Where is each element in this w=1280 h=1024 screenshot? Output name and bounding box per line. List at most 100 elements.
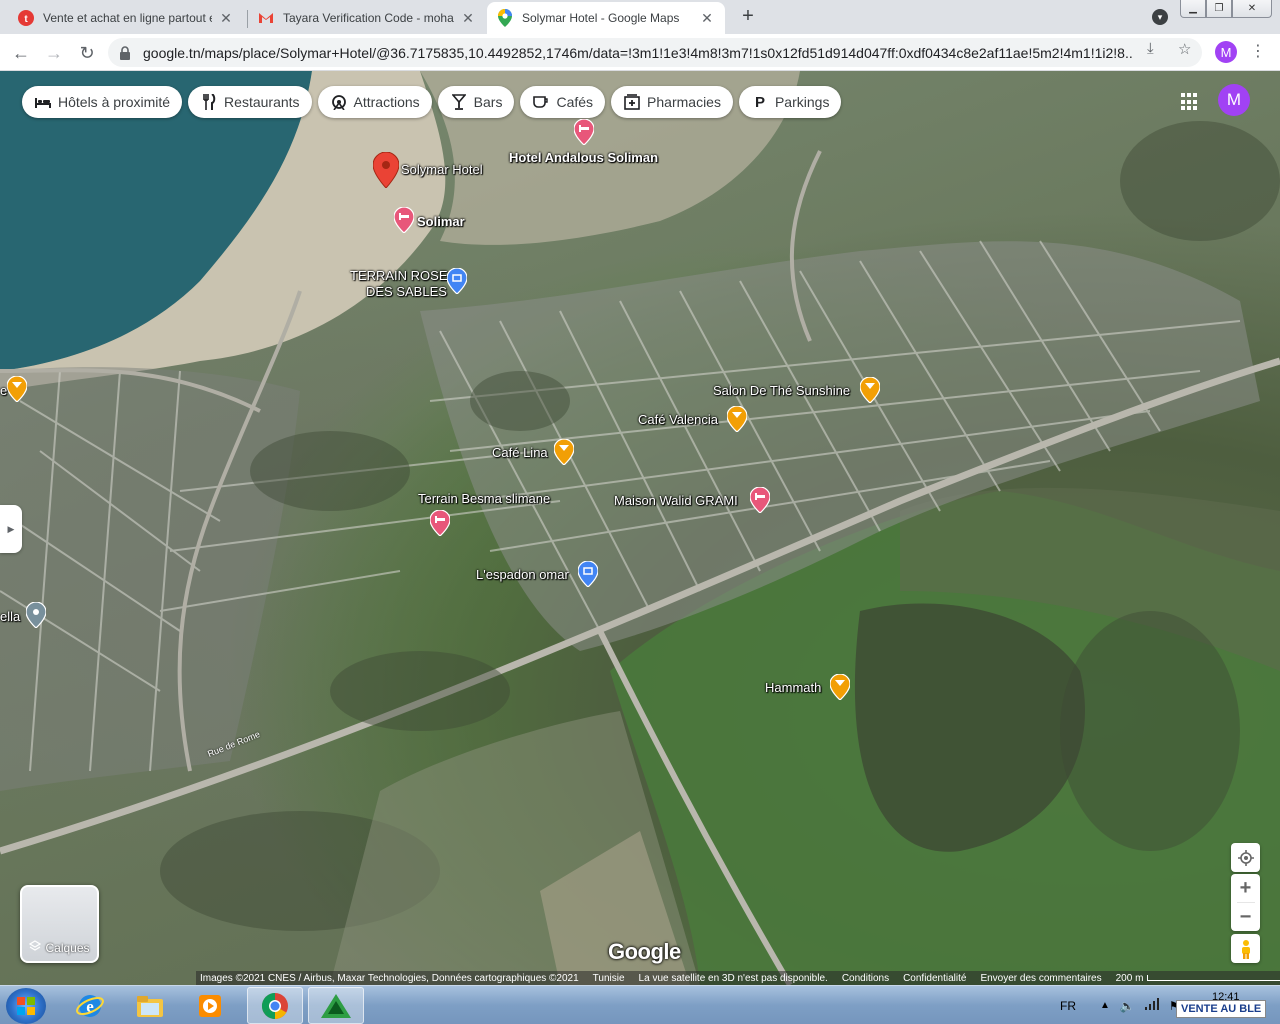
windows-logo-icon [17, 997, 35, 1015]
zoom-out-button[interactable]: − [1240, 903, 1252, 931]
cafe-pin-icon[interactable] [7, 376, 27, 402]
tab-google-maps[interactable]: Solymar Hotel - Google Maps ✕ [487, 2, 725, 34]
imagery-credit[interactable]: Images ©2021 CNES / Airbus, Maxar Techno… [200, 973, 579, 984]
cafe-pin-icon[interactable] [860, 377, 880, 403]
reload-icon[interactable]: ↻ [75, 41, 99, 65]
lock-icon [119, 45, 131, 60]
chip-hotels[interactable]: Hôtels à proximité [22, 86, 183, 118]
hotel-pin-icon[interactable] [394, 207, 414, 233]
profile-avatar[interactable]: M [1215, 41, 1237, 63]
chip-label: Pharmacies [647, 94, 721, 110]
no-3d-notice: La vue satellite en 3D n'est pas disponi… [638, 972, 828, 984]
street-view-pegman-icon[interactable] [1231, 934, 1260, 963]
network-signal-icon[interactable] [1144, 998, 1159, 1013]
privacy-link[interactable]: Confidentialité [903, 973, 966, 984]
google-logo: Google [608, 939, 681, 964]
place-label-andalous[interactable]: Hotel Andalous Soliman [509, 150, 658, 165]
place-label-lina[interactable]: Café Lina [492, 445, 548, 460]
place-label-solymar[interactable]: Solymar Hotel [401, 162, 483, 177]
tab-tayara[interactable]: t Vente et achat en ligne partout e ✕ [8, 2, 244, 34]
chip-label: Bars [473, 94, 503, 110]
url-text[interactable]: google.tn/maps/place/Solymar+Hotel/@36.7… [143, 45, 1133, 61]
feedback-link[interactable]: Envoyer des commentaires [980, 973, 1101, 984]
chip-restaurants[interactable]: Restaurants [188, 86, 312, 118]
place-label-hammath[interactable]: Hammath [765, 680, 821, 695]
tab-search-icon[interactable]: ▾ [1152, 9, 1168, 25]
layers-button[interactable]: Calques [20, 885, 99, 963]
show-hidden-icons-icon[interactable]: ▲ [1100, 1000, 1110, 1011]
pharmacy-icon [623, 93, 641, 111]
place-label-solimar[interactable]: Solimar [417, 214, 465, 229]
selected-place-pin-icon[interactable] [373, 152, 399, 188]
google-maps-icon [497, 9, 513, 27]
new-tab-button[interactable]: + [737, 6, 759, 28]
scale-label: 200 m [1115, 972, 1144, 984]
place-label-valencia[interactable]: Café Valencia [638, 412, 718, 427]
google-apps-icon[interactable] [1181, 93, 1199, 111]
chip-parkings[interactable]: P Parkings [738, 86, 842, 118]
restore-button[interactable]: ❐ [1206, 0, 1232, 18]
satellite-map[interactable]: Hôtels à proximité Restaurants Attractio… [0, 71, 1280, 985]
minimize-button[interactable]: ▁ [1180, 0, 1206, 18]
my-location-button[interactable] [1231, 843, 1260, 872]
place-label-edge[interactable]: e [0, 383, 7, 398]
bookmark-star-icon[interactable]: ☆ [1178, 40, 1191, 58]
close-window-button[interactable]: ✕ [1232, 0, 1272, 18]
chip-attractions[interactable]: Attractions [317, 86, 432, 118]
chip-pharmacies[interactable]: Pharmacies [611, 86, 733, 118]
close-icon[interactable]: ✕ [218, 10, 234, 27]
tab-gmail[interactable]: Tayara Verification Code - mohan ✕ [248, 2, 486, 34]
language-indicator[interactable]: FR [1060, 999, 1076, 1013]
scale-line [1147, 975, 1280, 981]
place-label-espadon[interactable]: L'espadon omar [476, 567, 569, 582]
tab-title: Vente et achat en ligne partout e [43, 11, 212, 25]
place-label-des-sables[interactable]: DES SABLES [366, 284, 447, 299]
place-label-besma[interactable]: Terrain Besma slimane [418, 491, 550, 506]
place-label-walid[interactable]: Maison Walid GRAMI [614, 493, 738, 508]
back-arrow-icon[interactable]: ← [9, 41, 33, 65]
attraction-pin-icon[interactable] [26, 602, 46, 628]
file-explorer-icon[interactable] [122, 987, 178, 1024]
zoom-in-button[interactable]: + [1240, 874, 1252, 902]
install-icon[interactable]: ⤓ [1147, 40, 1154, 57]
collapse-panel-button[interactable]: ▶ [0, 505, 22, 553]
cafe-pin-icon[interactable] [554, 439, 574, 465]
attraction-pin-icon[interactable] [578, 561, 598, 587]
volume-icon[interactable]: 🔈 [1120, 999, 1135, 1013]
cafe-pin-icon[interactable] [830, 674, 850, 700]
hotel-pin-icon[interactable] [430, 510, 450, 536]
account-avatar[interactable]: M [1218, 84, 1250, 116]
start-button[interactable] [6, 988, 46, 1024]
chrome-icon[interactable] [247, 987, 303, 1024]
attractions-icon [330, 93, 348, 111]
terms-link[interactable]: Conditions [842, 973, 889, 984]
forward-arrow-icon[interactable]: → [42, 41, 66, 65]
chip-bars[interactable]: Bars [437, 86, 515, 118]
close-icon[interactable]: ✕ [699, 10, 715, 27]
cafe-pin-icon[interactable] [727, 406, 747, 432]
chip-label: Parkings [774, 94, 830, 110]
hotel-pin-icon[interactable] [574, 119, 594, 145]
browser-toolbar: ← → ↻ google.tn/maps/place/Solymar+Hotel… [0, 34, 1280, 71]
chip-label: Hôtels à proximité [58, 94, 171, 110]
category-chips: Hôtels à proximité Restaurants Attractio… [22, 86, 842, 118]
notification-popup[interactable]: VENTE AU BLE [1176, 1000, 1267, 1018]
layers-label: Calques [45, 940, 90, 955]
internet-explorer-icon[interactable]: e [62, 987, 118, 1024]
place-label-terrain-rose[interactable]: TERRAIN ROSE [350, 268, 448, 283]
gmail-icon [258, 10, 274, 26]
chip-cafes[interactable]: Cafés [520, 86, 606, 118]
green-triangle-app-icon[interactable] [308, 987, 364, 1024]
close-icon[interactable]: ✕ [460, 10, 476, 27]
place-label-ella[interactable]: ella [0, 609, 20, 624]
country-label: Tunisie [592, 972, 625, 984]
place-label-sunshine[interactable]: Salon De Thé Sunshine [713, 383, 850, 398]
fork-knife-icon [200, 93, 218, 111]
scale-bar[interactable]: 200 m [1116, 973, 1280, 984]
attraction-pin-icon[interactable] [447, 268, 467, 294]
address-bar[interactable]: google.tn/maps/place/Solymar+Hotel/@36.7… [108, 38, 1202, 67]
menu-dots-icon[interactable]: ⋮ [1250, 42, 1266, 62]
hotel-pin-icon[interactable] [750, 487, 770, 513]
window-controls: ▁ ❐ ✕ [1180, 0, 1272, 18]
media-player-icon[interactable] [182, 987, 238, 1024]
